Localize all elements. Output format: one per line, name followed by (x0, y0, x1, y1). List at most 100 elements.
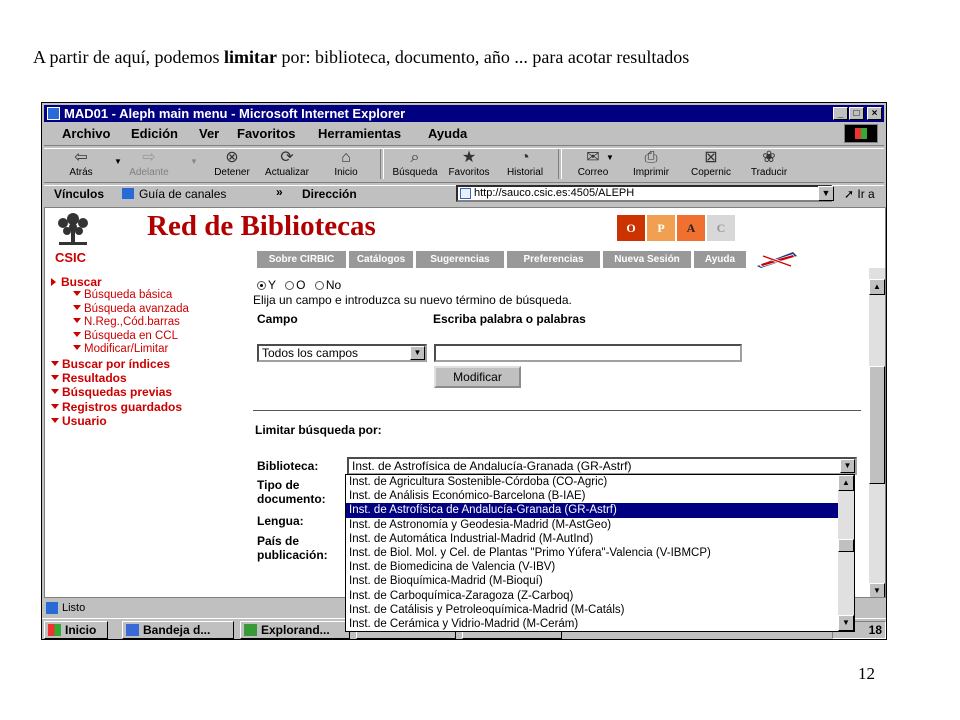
links-chevron-icon[interactable]: » (276, 185, 283, 199)
dropdown-option[interactable]: Inst. de Bioquímica-Madrid (M-Bioquí) (346, 574, 854, 588)
close-button[interactable]: × (867, 107, 882, 120)
sidebar-item-busqueda-ccl[interactable]: Búsqueda en CCL (73, 330, 178, 342)
stop-button[interactable]: ⊗ Detener (207, 147, 257, 181)
print-button[interactable]: ⎙ Imprimir (626, 147, 676, 181)
history-button[interactable]: ◔ Historial (500, 147, 550, 181)
back-dropdown-icon[interactable]: ▼ (114, 157, 122, 166)
address-dropdown-icon[interactable]: ▼ (818, 186, 834, 201)
home-button[interactable]: ⌂ Inicio (321, 147, 371, 181)
print-label: Imprimir (632, 167, 670, 178)
status-text: Listo (62, 602, 86, 614)
sidebar-item-registros-guardados[interactable]: Registros guardados (51, 400, 182, 414)
task-bandeja[interactable]: Bandeja d... (122, 621, 234, 639)
dropdown-scrollbar[interactable]: ▲ ▼ (838, 475, 854, 631)
translate-button[interactable]: ❀ Traducir (744, 147, 794, 181)
menu-ver[interactable]: Ver (199, 126, 219, 141)
translate-label: Traducir (750, 167, 788, 178)
sidebar-item-buscar[interactable]: Buscar (51, 275, 102, 289)
tab-sobre-cirbic[interactable]: Sobre CIRBIC (257, 251, 346, 268)
dropdown-option[interactable]: Inst. de Astronomía y Geodesia-Madrid (M… (346, 518, 854, 532)
sidebar-item-busqueda-basica[interactable]: Búsqueda básica (73, 289, 172, 301)
task-bandeja-label: Bandeja d... (143, 623, 211, 637)
csic-logo-text: CSIC (55, 250, 87, 265)
dropdown-scroll-up-icon[interactable]: ▲ (838, 475, 854, 491)
dropdown-option[interactable]: Inst. de Biomedicina de Valencia (V-IBV) (346, 560, 854, 574)
radio-y[interactable] (257, 281, 266, 290)
dropdown-option[interactable]: Inst. de Automática Industrial-Madrid (M… (346, 532, 854, 546)
dropdown-scroll-down-icon[interactable]: ▼ (838, 615, 854, 631)
forward-button[interactable]: ⇨ Adelante (124, 147, 174, 181)
start-label: Inicio (65, 623, 97, 637)
dropdown-option[interactable]: Inst. de Catálisis y Petroleoquímica-Mad… (346, 603, 854, 617)
search-input[interactable] (434, 344, 742, 362)
page-scrollbar[interactable]: ▲ ▼ (869, 268, 885, 597)
scroll-up-icon[interactable]: ▲ (869, 279, 885, 295)
history-label: Historial (506, 167, 544, 178)
site-title: Red de Bibliotecas (147, 210, 376, 242)
refresh-label: Actualizar (265, 167, 309, 178)
start-button[interactable]: Inicio (44, 621, 108, 639)
links-label[interactable]: Vínculos (54, 187, 104, 201)
dropdown-option[interactable]: Inst. de Análisis Económico-Barcelona (B… (346, 489, 854, 503)
tab-ayuda[interactable]: Ayuda (694, 251, 746, 268)
scroll-down-icon[interactable]: ▼ (869, 583, 885, 597)
windows-logo-icon (844, 124, 878, 143)
maximize-button[interactable]: □ (849, 107, 864, 120)
dropdown-option[interactable]: Inst. de Carboquímica-Zaragoza (Z-Carboq… (346, 589, 854, 603)
title-bar[interactable]: MAD01 - Aleph main menu - Microsoft Inte… (44, 105, 884, 122)
copernic-button[interactable]: ⊠ Copernic (684, 147, 738, 181)
menu-edicion[interactable]: Edición (131, 126, 178, 141)
refresh-button[interactable]: ⟳ Actualizar (260, 147, 314, 181)
print-icon: ⎙ (644, 149, 658, 166)
escriba-label: Escriba palabra o palabras (433, 312, 586, 326)
dropdown-option[interactable]: Inst. de Biol. Mol. y Cel. de Plantas "P… (346, 546, 854, 560)
scrollbar-thumb[interactable] (869, 366, 885, 484)
menu-favoritos[interactable]: Favoritos (237, 126, 296, 141)
links-address-bar: Vínculos Guía de canales » Dirección htt… (44, 184, 884, 204)
tab-catalogos[interactable]: Catálogos (349, 251, 413, 268)
mail-dropdown-icon[interactable]: ▼ (606, 153, 614, 162)
go-label: Ir a (857, 187, 875, 201)
menu-herramientas[interactable]: Herramientas (318, 126, 401, 141)
campo-select[interactable]: Todos los campos ▼ (257, 344, 427, 362)
menu-archivo[interactable]: Archivo (62, 126, 110, 141)
uk-flag-icon[interactable] (753, 250, 799, 270)
tab-preferencias[interactable]: Preferencias (507, 251, 600, 268)
sidebar-item-resultados[interactable]: Resultados (51, 371, 127, 385)
home-label: Inicio (334, 167, 358, 178)
instruction-text: Elija un campo e introduzca su nuevo tér… (253, 293, 572, 307)
dropdown-scrollbar-thumb[interactable] (838, 539, 854, 552)
biblioteca-dropdown-list[interactable]: Inst. de Agricultura Sostenible-Córdoba … (345, 474, 855, 632)
favorites-icon: ★ (461, 149, 477, 166)
minimize-button[interactable]: _ (833, 107, 848, 120)
sidebar-item-busquedas-previas[interactable]: Búsquedas previas (51, 385, 172, 399)
dropdown-option[interactable]: Inst. de Agricultura Sostenible-Córdoba … (346, 475, 854, 489)
dropdown-option[interactable]: Inst. de Astrofísica de Andalucía-Granad… (346, 503, 854, 518)
search-button[interactable]: ⌕ Búsqueda (390, 147, 440, 181)
sidebar-item-buscar-indices[interactable]: Buscar por índices (51, 357, 170, 371)
chevron-down-icon[interactable]: ▼ (840, 459, 855, 473)
favorites-button[interactable]: ★ Favoritos (444, 147, 494, 181)
biblioteca-select[interactable]: Inst. de Astrofísica de Andalucía-Granad… (347, 457, 857, 475)
sidebar-item-modificar-limitar[interactable]: Modificar/Limitar (73, 343, 168, 355)
page-number: 12 (858, 664, 875, 683)
go-button[interactable]: ➚ Ir a (844, 187, 875, 201)
dropdown-option[interactable]: Inst. de Cerámica y Vidrio-Madrid (M-Cer… (346, 617, 854, 631)
sidebar-item-nreg[interactable]: N.Reg.,Cód.barras (73, 316, 180, 328)
radio-no[interactable] (314, 281, 324, 290)
back-button[interactable]: ⇦ Atrás (56, 147, 106, 181)
sidebar-item-usuario[interactable]: Usuario (51, 414, 107, 428)
menu-ayuda[interactable]: Ayuda (428, 126, 467, 141)
address-input[interactable]: http://sauco.csic.es:4505/ALEPH (456, 185, 832, 202)
back-arrow-icon: ⇦ (74, 149, 88, 166)
radio-o[interactable] (285, 281, 295, 290)
favorites-label: Favoritos (448, 167, 490, 178)
chevron-down-icon[interactable]: ▼ (410, 346, 425, 360)
modificar-button[interactable]: Modificar (434, 366, 521, 388)
channel-guide-link[interactable]: Guía de canales (139, 187, 226, 201)
tab-sugerencias[interactable]: Sugerencias (416, 251, 504, 268)
sidebar-item-busqueda-avanzada[interactable]: Búsqueda avanzada (73, 303, 189, 315)
task-explorando[interactable]: Explorand... (240, 621, 350, 639)
tab-nueva-sesion[interactable]: Nueva Sesión (603, 251, 691, 268)
forward-dropdown-icon[interactable]: ▼ (190, 157, 198, 166)
